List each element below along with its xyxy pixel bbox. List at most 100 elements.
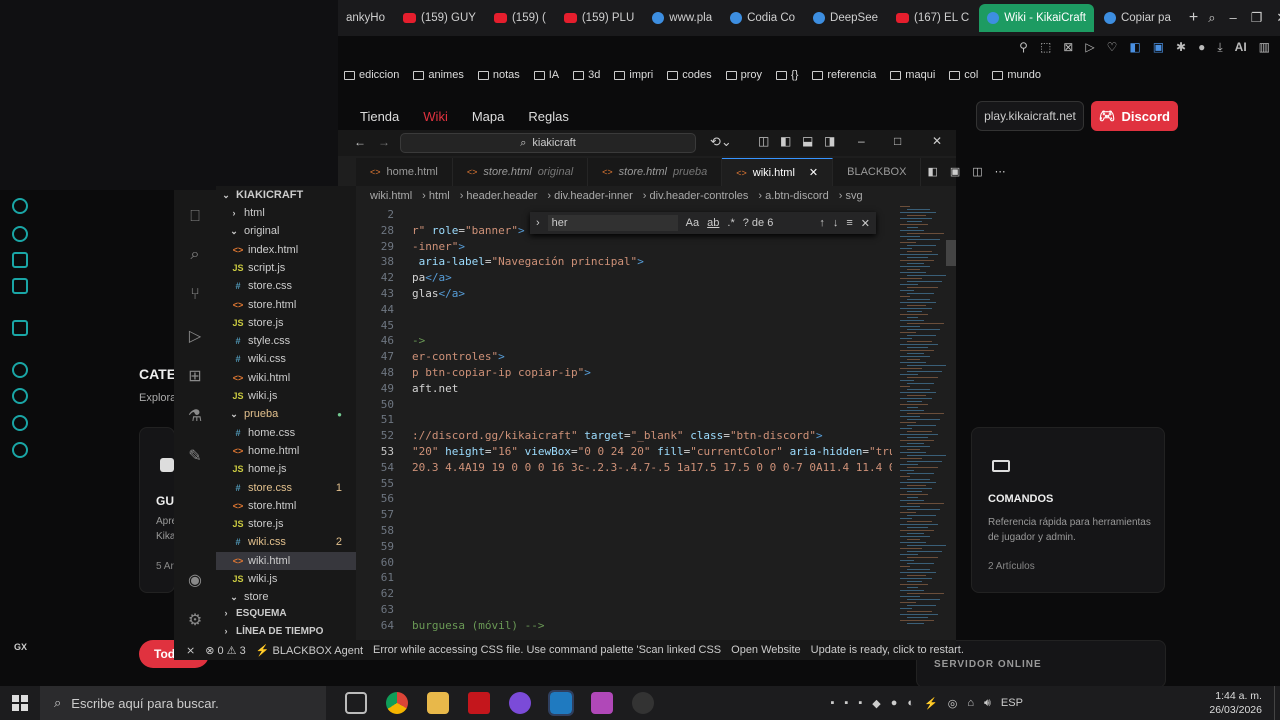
browser-tab[interactable]: (159) ( (486, 4, 554, 32)
editor-tab[interactable]: <> home.html (356, 158, 453, 186)
file-item[interactable]: <> store.html (216, 296, 356, 314)
browser-tab[interactable]: (159) GUY (395, 4, 484, 32)
bookmark-item[interactable]: IA (533, 69, 559, 81)
discord-button[interactable]: 🎮︎ Discord (1091, 101, 1178, 131)
chat-icon[interactable]: ✎ (185, 446, 205, 466)
obs-icon[interactable] (632, 692, 654, 714)
translate-icon[interactable]: ▣ (1153, 40, 1164, 54)
outline-section[interactable]: › ESQUEMA (216, 604, 356, 622)
split-editor-icon[interactable]: ◧ (921, 158, 943, 186)
minimize-icon[interactable]: – (1229, 10, 1236, 26)
close-icon[interactable]: ✕ (932, 134, 942, 148)
steam-icon[interactable]: ◎ (948, 697, 958, 710)
browser-tab[interactable]: Codia Co (722, 4, 803, 32)
site-nav-mapa[interactable]: Mapa (472, 109, 505, 124)
puzzle-icon[interactable]: ✱ (1176, 40, 1186, 54)
sidebar-app-icon[interactable] (12, 278, 28, 294)
testing-icon[interactable]: ⚗ (185, 406, 205, 426)
timeline-section[interactable]: › LÍNEA DE TIEMPO (216, 622, 356, 640)
bookmark-item[interactable]: impri (614, 69, 653, 81)
browser-tab[interactable]: ankyHo (338, 4, 393, 32)
manage-gear-icon[interactable]: ⚙ (185, 610, 205, 630)
close-icon[interactable]: ✕ (861, 217, 870, 230)
breadcrumb-item[interactable]: › html (422, 190, 450, 202)
update-notice[interactable]: Update is ready, click to restart. (811, 644, 964, 656)
block-icon[interactable]: ⊠ (1063, 40, 1073, 54)
category-card-commands[interactable]: COMANDOS Referencia rápida para herramie… (971, 427, 1165, 593)
tray-icon[interactable]: ◆ (872, 697, 880, 710)
bookmark-item[interactable]: mundo (992, 69, 1041, 81)
file-item[interactable]: # store.css 1 (216, 479, 356, 497)
browser-tab[interactable]: www.pla (644, 4, 720, 32)
maximize-icon[interactable]: ❐ (1251, 10, 1263, 26)
file-item[interactable]: <> store.html (216, 497, 356, 515)
volume-icon[interactable]: 🔊︎ (984, 697, 991, 710)
back-icon[interactable]: ← (354, 135, 366, 149)
status-message[interactable]: Error while accessing CSS file. Use comm… (373, 644, 721, 656)
code-editor[interactable]: r" role="banner"> -inner"> aria-label="Na… (406, 206, 892, 640)
search-icon[interactable]: ⌕ (185, 246, 205, 266)
play-icon[interactable]: ▷ (1085, 40, 1094, 54)
bookmark-item[interactable]: animes (413, 69, 464, 81)
editor-tab[interactable]: <> wiki.html ✕ (722, 158, 834, 186)
chrome-icon[interactable] (386, 692, 408, 714)
new-tab-button[interactable]: + (1179, 9, 1208, 27)
twitch-icon[interactable] (12, 320, 28, 336)
bookmark-item[interactable]: ediccion (344, 69, 399, 81)
search-icon[interactable]: ⌕ (1208, 10, 1215, 26)
language-indicator[interactable]: ESP (1001, 697, 1023, 709)
tray-icon[interactable]: ▪ (844, 697, 848, 709)
file-explorer-icon[interactable] (427, 692, 449, 714)
bookmark-item[interactable]: 3d (573, 69, 600, 81)
bookmark-item[interactable]: col (949, 69, 978, 81)
site-nav-reglas[interactable]: Reglas (528, 109, 568, 124)
show-desktop-button[interactable] (1273, 686, 1280, 720)
editor-scrollbar-thumb[interactable] (946, 240, 956, 266)
site-nav-wiki[interactable]: Wiki (423, 109, 448, 124)
preview-icon[interactable]: ▣ (944, 158, 966, 186)
taskbar-search[interactable]: ⌕ Escribe aquí para buscar. (40, 686, 326, 720)
editor-tab[interactable]: <> store.html original (453, 158, 589, 186)
history-icon[interactable] (12, 388, 28, 404)
forward-icon[interactable]: → (378, 135, 390, 149)
tray-icon[interactable]: ● (891, 697, 898, 709)
browser-tab[interactable]: (167) EL C (888, 4, 977, 32)
player-icon[interactable] (12, 362, 28, 378)
folder-item[interactable]: ⌄ prueba ● (216, 405, 356, 423)
sidebar-icon[interactable]: ▥ (1259, 40, 1270, 54)
task-view-icon[interactable] (345, 692, 367, 714)
blackbox-agent[interactable]: ⚡ BLACKBOX Agent (256, 644, 363, 657)
bookmark-item[interactable]: notas (477, 69, 520, 81)
bookmark-item[interactable]: codes (667, 69, 712, 81)
bookmark-item[interactable]: maqui (890, 69, 935, 81)
browser-tab[interactable]: DeepSee (805, 4, 886, 32)
file-item[interactable]: # wiki.css (216, 350, 356, 368)
browser-tab[interactable]: Wiki - KikaiCraft (979, 4, 1094, 32)
problems-indicator[interactable]: ⊗ 0 ⚠ 3 (205, 644, 246, 657)
folder-item[interactable]: › html (216, 204, 356, 222)
file-item[interactable]: <> wiki.html (216, 369, 356, 387)
find-in-selection-icon[interactable]: ≡ (846, 217, 852, 229)
clock[interactable]: 1:44 a. m. 26/03/2026 (1209, 689, 1274, 717)
layout-icon[interactable]: ◫ (966, 158, 988, 186)
crop-icon[interactable]: ⬚ (1040, 40, 1051, 54)
tray-icon[interactable]: ▪ (831, 697, 835, 709)
close-icon[interactable]: ✕ (809, 166, 818, 179)
extensions-icon[interactable] (12, 415, 28, 431)
file-item[interactable]: JS wiki.js (216, 387, 356, 405)
opera-gx-icon[interactable] (468, 692, 490, 714)
file-item[interactable]: # style.css (216, 332, 356, 350)
bookmark-item[interactable]: referencia (812, 69, 876, 81)
match-case-toggle[interactable]: Aa (686, 217, 699, 229)
app-icon[interactable] (591, 692, 613, 714)
find-input[interactable]: her (547, 215, 678, 231)
file-item[interactable]: JS store.js (216, 515, 356, 533)
tray-icon[interactable]: ⚡ (924, 697, 938, 710)
breadcrumb-item[interactable]: › header.header (460, 190, 538, 202)
heart-icon[interactable]: ♡ (1107, 40, 1118, 54)
windows-start-icon[interactable] (12, 695, 28, 711)
file-item[interactable]: <> index.html (216, 241, 356, 259)
breadcrumb-item[interactable]: › div.header-inner (547, 190, 632, 202)
breadcrumb-item[interactable]: › div.header-controles (643, 190, 749, 202)
source-control-icon[interactable]: ⑂ (185, 286, 205, 306)
